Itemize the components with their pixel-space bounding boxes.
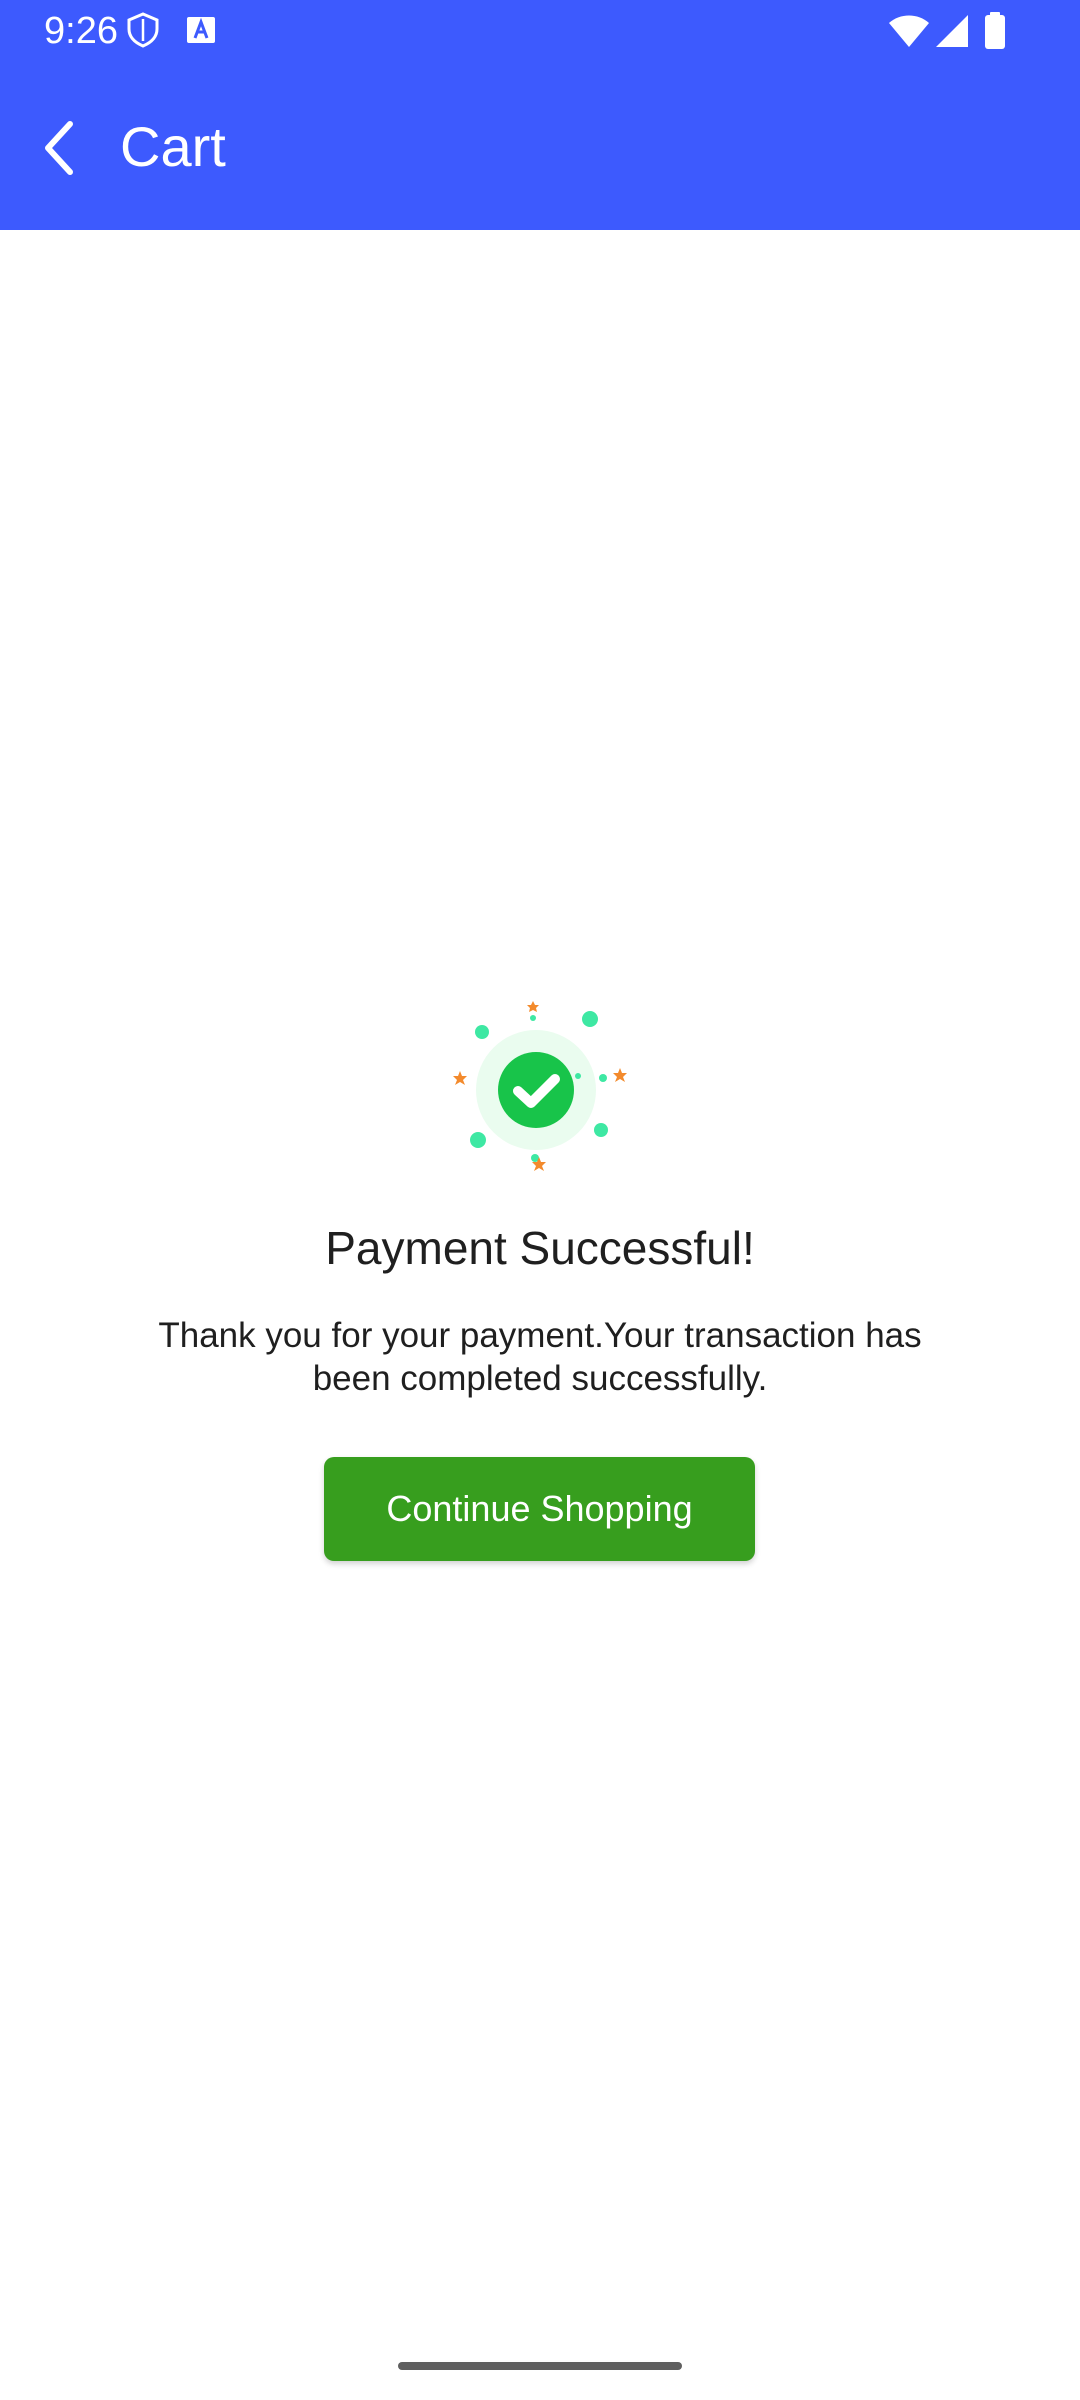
toolbar-title: Cart: [120, 115, 226, 178]
signal-icon: [935, 14, 969, 53]
battery-icon: [984, 12, 1006, 55]
home-gesture-bar[interactable]: [398, 2362, 682, 2370]
app-bar: 9:26 Cart: [0, 0, 1080, 230]
shield-icon: [126, 12, 160, 53]
text-a-icon: [186, 16, 216, 49]
check-circle-icon: [453, 1001, 627, 1171]
wifi-icon: [888, 14, 930, 53]
status-time: 9:26: [44, 10, 118, 52]
back-button[interactable]: [28, 108, 92, 188]
chevron-left-icon: [45, 121, 73, 175]
success-message: Thank you for your payment.Your transact…: [158, 1316, 922, 1398]
success-title: Payment Successful!: [325, 1222, 755, 1274]
continue-shopping-button[interactable]: Continue Shopping: [324, 1457, 755, 1561]
payment-success-illustration: [448, 994, 632, 1178]
